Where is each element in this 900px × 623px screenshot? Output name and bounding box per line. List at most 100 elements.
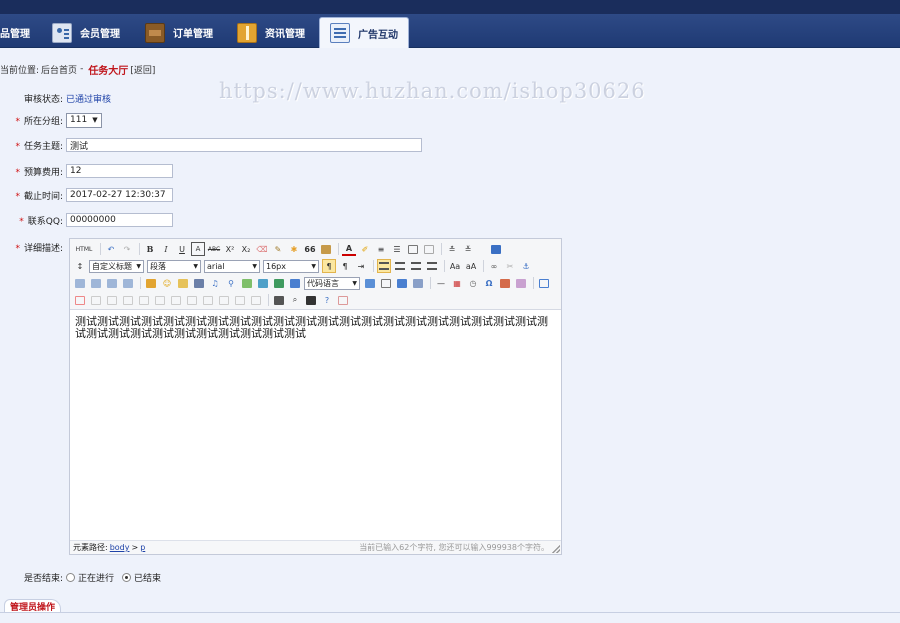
tab-order-management[interactable]: 订单管理 <box>145 17 213 48</box>
tab-product-management[interactable]: 品管理 <box>0 17 30 48</box>
radio-finished[interactable] <box>122 572 132 582</box>
paragraph-select[interactable]: 段落 ▼ <box>147 259 201 273</box>
ordered-list-icon[interactable]: ≡ <box>374 242 388 256</box>
category-select[interactable]: 111 ▼ <box>66 112 102 128</box>
insert-image-icon[interactable] <box>144 276 158 290</box>
clear-doc-icon[interactable] <box>422 242 436 256</box>
tab-news-management[interactable]: 资讯管理 <box>237 17 305 48</box>
snap-screen-icon[interactable] <box>514 276 528 290</box>
search-replace-icon[interactable] <box>304 293 318 307</box>
row-spacing-bottom-icon[interactable]: ≚ <box>461 242 475 256</box>
radio-finished-label[interactable]: 已结束 <box>134 571 161 584</box>
rtl-direction-icon[interactable]: ¶ <box>338 259 352 273</box>
help-icon[interactable]: ? <box>320 293 334 307</box>
attachment-icon[interactable]: ⚲ <box>224 276 238 290</box>
resize-grip-icon[interactable] <box>552 545 560 553</box>
split-to-cells-icon[interactable] <box>217 293 231 307</box>
insert-paragraph-before-table-icon[interactable] <box>89 293 103 307</box>
indent-icon[interactable]: ⇥ <box>354 259 368 273</box>
fullscreen-icon[interactable] <box>489 242 503 256</box>
gmap-icon[interactable] <box>256 276 270 290</box>
page-break-icon[interactable] <box>395 276 409 290</box>
image-center-icon[interactable] <box>121 276 135 290</box>
subject-input[interactable]: 测试 <box>66 138 422 152</box>
date-icon[interactable]: ▦ <box>450 276 464 290</box>
back-link[interactable]: [返回] <box>130 63 155 76</box>
undo-icon[interactable]: ↶ <box>104 242 118 256</box>
uppercase-icon[interactable]: Aa <box>448 259 462 273</box>
background-icon[interactable] <box>379 276 393 290</box>
unlink-icon[interactable]: ✂ <box>503 259 517 273</box>
time-icon[interactable]: ◷ <box>466 276 480 290</box>
align-right-icon[interactable] <box>409 259 423 273</box>
editor-content[interactable]: 测试测试测试测试测试测试测试测试测试测试测试测试测试测试测试测试测试测试测试测试… <box>75 316 557 340</box>
delete-table-icon[interactable] <box>73 293 87 307</box>
subscript-button[interactable]: X₂ <box>239 242 253 256</box>
special-chars-button[interactable]: Ω <box>482 276 496 290</box>
ltr-direction-icon[interactable]: ¶ <box>322 259 336 273</box>
insert-frame-icon[interactable] <box>272 276 286 290</box>
font-size-select[interactable]: 16px ▼ <box>263 259 319 273</box>
image-none-icon[interactable] <box>89 276 103 290</box>
eraser-icon[interactable]: ⌫ <box>255 242 269 256</box>
scrawl-icon[interactable] <box>176 276 190 290</box>
format-painter-icon[interactable]: ✎ <box>271 242 285 256</box>
merge-right-icon[interactable] <box>185 293 199 307</box>
radio-in-progress-label[interactable]: 正在进行 <box>78 571 114 584</box>
lowercase-icon[interactable]: aA <box>464 259 478 273</box>
highlight-color-icon[interactable]: ✐ <box>358 242 372 256</box>
link-icon[interactable]: ∞ <box>487 259 501 273</box>
element-path-p[interactable]: p <box>140 543 145 552</box>
insert-video-icon[interactable] <box>192 276 206 290</box>
line-height-icon[interactable]: ↕ <box>73 259 87 273</box>
print-icon[interactable] <box>272 293 286 307</box>
strikethrough-button[interactable]: ABC <box>207 242 221 256</box>
underline-button[interactable]: U <box>175 242 189 256</box>
preview-icon[interactable] <box>411 276 425 290</box>
font-family-select[interactable]: arial ▼ <box>204 259 260 273</box>
anchor-icon[interactable]: ⚓ <box>519 259 533 273</box>
breadcrumb-home[interactable]: 后台首页 <box>41 63 77 76</box>
deadline-input[interactable]: 2017-02-27 12:30:37 <box>66 188 173 202</box>
blockquote-button[interactable]: 66 <box>303 242 317 256</box>
merge-cells-icon[interactable] <box>169 293 183 307</box>
split-to-cols-icon[interactable] <box>249 293 263 307</box>
font-color-button[interactable]: A <box>342 242 356 256</box>
image-left-icon[interactable] <box>73 276 87 290</box>
qq-input[interactable]: 00000000 <box>66 213 173 227</box>
align-center-icon[interactable] <box>393 259 407 273</box>
admin-operations-tab[interactable]: 管理员操作 <box>4 599 62 613</box>
tab-member-management[interactable]: 会员管理 <box>52 17 120 48</box>
italic-button[interactable]: I <box>159 242 173 256</box>
bold-button[interactable]: B <box>143 242 157 256</box>
tab-ad-interaction[interactable]: 广告互动 <box>319 17 409 48</box>
word-image-icon[interactable] <box>498 276 512 290</box>
select-all-icon[interactable] <box>406 242 420 256</box>
align-justify-icon[interactable] <box>425 259 439 273</box>
horizontal-rule-icon[interactable]: — <box>434 276 448 290</box>
radio-in-progress[interactable] <box>66 572 75 582</box>
music-icon[interactable]: ♫ <box>208 276 222 290</box>
row-spacing-top-icon[interactable]: ≛ <box>445 242 459 256</box>
map-icon[interactable] <box>240 276 254 290</box>
unordered-list-icon[interactable]: ☰ <box>390 242 404 256</box>
superscript-button[interactable]: X² <box>223 242 237 256</box>
element-path-body[interactable]: body <box>110 543 130 552</box>
auto-typeset-icon[interactable]: ✱ <box>287 242 301 256</box>
custom-title-select[interactable]: 自定义标题 ▼ <box>89 259 144 273</box>
budget-input[interactable]: 12 <box>66 164 173 178</box>
template-icon[interactable] <box>363 276 377 290</box>
align-left-icon[interactable] <box>377 259 391 273</box>
split-to-rows-icon[interactable] <box>233 293 247 307</box>
image-right-icon[interactable] <box>105 276 119 290</box>
paste-plain-icon[interactable] <box>319 242 333 256</box>
redo-icon[interactable]: ↷ <box>120 242 134 256</box>
search-icon[interactable]: ⌕ <box>288 293 302 307</box>
insert-row-icon[interactable] <box>105 293 119 307</box>
html-source-button[interactable]: HTML <box>73 242 95 256</box>
drafts-icon[interactable] <box>336 293 350 307</box>
insert-col-icon[interactable] <box>137 293 151 307</box>
delete-row-icon[interactable] <box>121 293 135 307</box>
merge-down-icon[interactable] <box>201 293 215 307</box>
web-app-icon[interactable] <box>288 276 302 290</box>
